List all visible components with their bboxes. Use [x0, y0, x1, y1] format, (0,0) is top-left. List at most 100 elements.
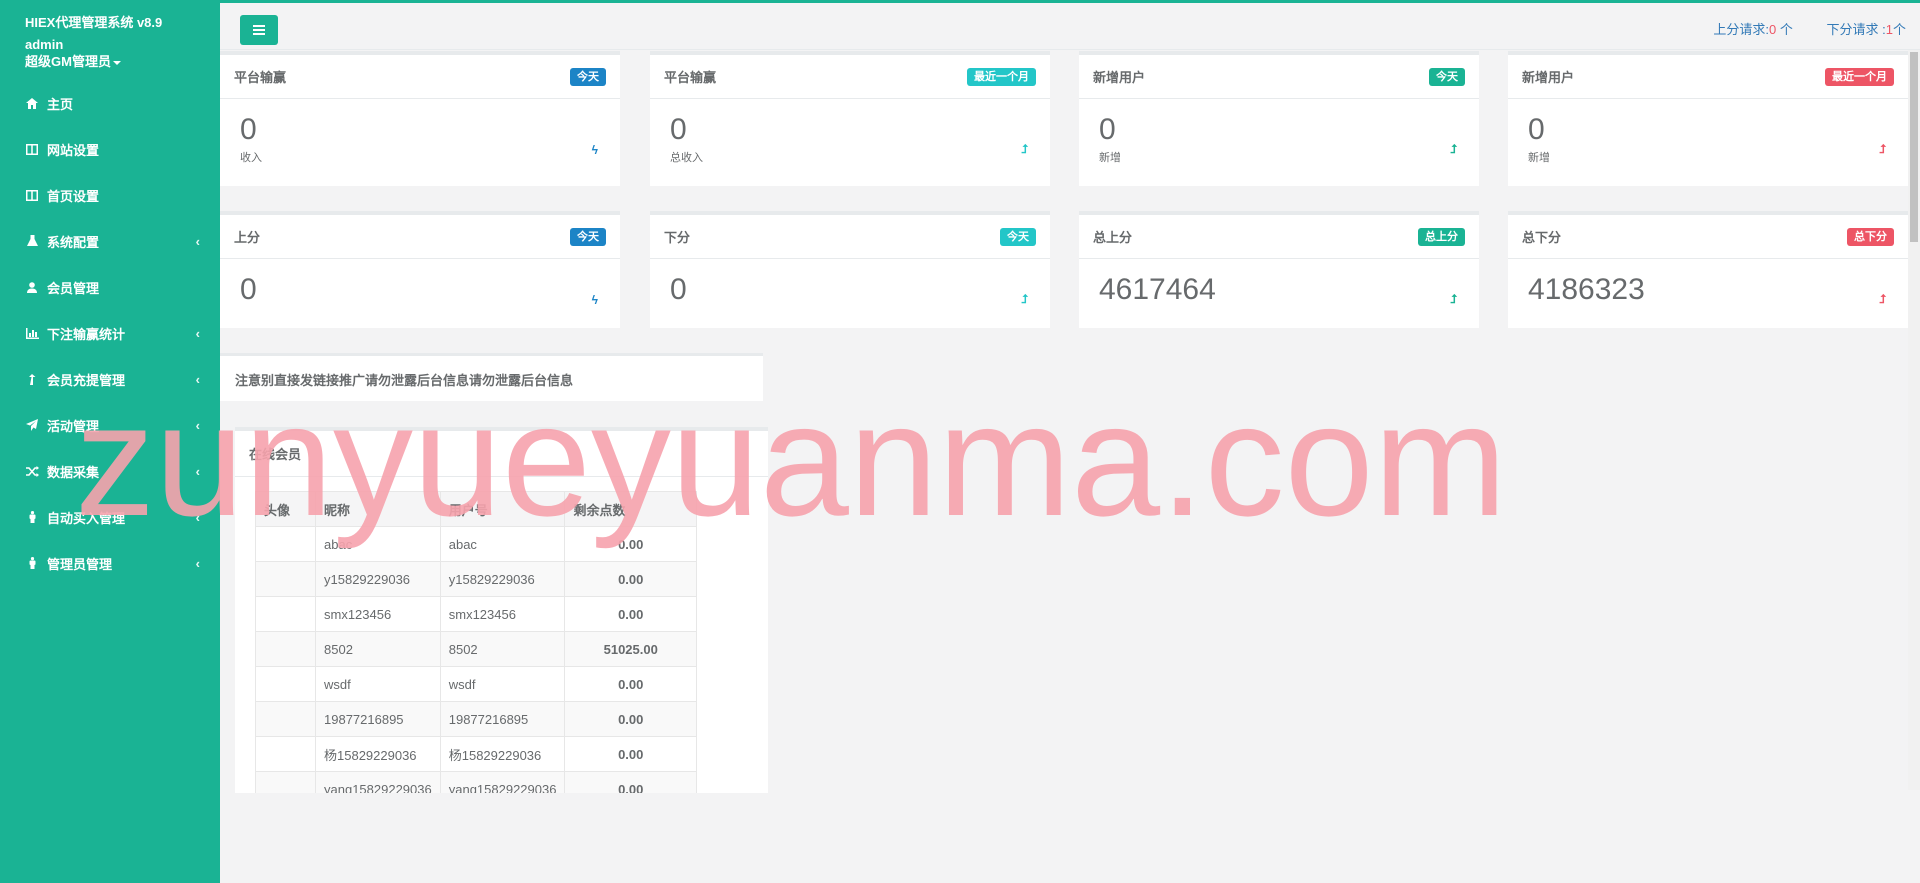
request-counters: 上分请求:0 个 下分请求 :1个: [1683, 19, 1906, 38]
card-title: 总上分: [1093, 230, 1133, 245]
avatar: [255, 596, 316, 632]
table-row[interactable]: wsdf wsdf 0.00: [255, 666, 697, 702]
userid-cell: 19877216895: [439, 701, 566, 737]
nickname-cell: 19877216895: [315, 701, 441, 737]
userid-cell: smx123456: [439, 596, 566, 632]
points-cell: 51025.00: [564, 631, 697, 667]
sidebar-item-home-settings[interactable]: 首页设置: [0, 172, 220, 218]
card-subtitle: 新增: [1528, 152, 1550, 164]
points-cell: 0.00: [564, 561, 697, 597]
userid-cell: abac: [439, 526, 566, 562]
sidebar-menu: 主页 网站设置 首页设置 系统配置 ‹ 会员管理 下注输赢统计 ‹ 会员充提管理…: [0, 80, 220, 586]
hamburger-icon: [253, 25, 265, 35]
card-value: 0: [1528, 113, 1545, 146]
chevron-left-icon: ‹: [195, 509, 200, 525]
home-icon: [25, 96, 39, 110]
up-request-unit: 个: [1776, 22, 1793, 37]
userid-cell: wsdf: [439, 666, 566, 702]
online-members-panel: 在线会员 头像 昵称 用户号 剩余点数 abac abac 0.00 y158292…: [235, 427, 768, 793]
sidebar-item-auto-buy[interactable]: 自动买入管理 ‹: [0, 494, 220, 540]
column-header[interactable]: 剩余点数: [564, 491, 697, 527]
page-scrollbar[interactable]: [1908, 50, 1920, 790]
online-members-table-wrap[interactable]: 头像 昵称 用户号 剩余点数 abac abac 0.00 y15829229036…: [255, 491, 697, 793]
top-navbar: 上分请求:0 个 下分请求 :1个: [220, 0, 1920, 50]
userid-cell: y15829229036: [439, 561, 566, 597]
sidebar-item-data-collect[interactable]: 数据采集 ‹: [0, 448, 220, 494]
points-cell: 0.00: [564, 771, 697, 793]
card-badge: 总上分: [1418, 227, 1465, 246]
sidebar-item-label: 自动买入管理: [47, 510, 126, 526]
down-request-label: 下分请求 :: [1826, 22, 1886, 37]
level-up-icon: ⮥: [1878, 142, 1886, 156]
bar-chart-icon: [25, 326, 39, 340]
sidebar-item-system-config[interactable]: 系统配置 ‹: [0, 218, 220, 264]
sidebar-item-deposit-withdraw[interactable]: 会员充提管理 ‹: [0, 356, 220, 402]
card-title: 新增用户: [1093, 70, 1146, 85]
table-row[interactable]: yang15829229036 yang15829229036 0.00: [255, 771, 697, 793]
stat-card-up-today: 上分 今天 0 ϟ: [220, 211, 620, 328]
table-row[interactable]: 8502 8502 51025.00: [255, 631, 697, 667]
nickname-cell: smx123456: [315, 596, 441, 632]
table-row[interactable]: smx123456 smx123456 0.00: [255, 596, 697, 632]
card-value: 0: [1099, 113, 1116, 146]
app-title: HIEX代理管理系统 v8.9: [25, 15, 163, 30]
level-up-icon: ⮥: [1449, 142, 1457, 156]
bolt-icon: ϟ: [591, 293, 598, 307]
card-value: 0: [670, 273, 687, 306]
chevron-left-icon: ‹: [195, 371, 200, 387]
sidebar: HIEX代理管理系统 v8.9 admin 超级GM管理员 主页 网站设置 首页…: [0, 0, 220, 883]
table-row[interactable]: abac abac 0.00: [255, 526, 697, 562]
role-label: 超级GM管理员: [25, 54, 111, 69]
stat-card-total-down: 总下分 总下分 4186323 ⮥: [1508, 211, 1908, 328]
level-up-icon: ⮥: [1878, 292, 1886, 306]
sidebar-item-label: 网站设置: [47, 142, 100, 158]
table-row[interactable]: y15829229036 y15829229036 0.00: [255, 561, 697, 597]
column-header[interactable]: 用户号: [439, 491, 566, 527]
sidebar-item-admins[interactable]: 管理员管理 ‹: [0, 540, 220, 586]
nickname-cell: 8502: [315, 631, 441, 667]
level-up-icon: ⮥: [1020, 292, 1028, 306]
male-icon: [25, 510, 39, 524]
card-badge: 总下分: [1847, 227, 1894, 246]
nickname-cell: y15829229036: [315, 561, 441, 597]
sidebar-item-members[interactable]: 会员管理: [0, 264, 220, 310]
down-request-unit: 个: [1892, 22, 1906, 37]
avatar: [255, 561, 316, 597]
user-icon: [25, 280, 39, 294]
notice-text: 注意别直接发链接推广请勿泄露后台信息请勿泄露后台信息: [235, 373, 574, 388]
nickname-cell: wsdf: [315, 666, 441, 702]
card-title: 平台输赢: [664, 70, 717, 85]
columns-icon: [25, 188, 39, 202]
sidebar-item-site-settings[interactable]: 网站设置: [0, 126, 220, 172]
role-dropdown[interactable]: 超级GM管理员: [25, 54, 220, 70]
card-title: 平台输赢: [234, 70, 287, 85]
scrollbar-thumb[interactable]: [1910, 52, 1918, 242]
table-row[interactable]: 19877216895 19877216895 0.00: [255, 701, 697, 737]
sidebar-item-label: 首页设置: [47, 188, 100, 204]
flask-icon: [25, 234, 39, 248]
down-request-link[interactable]: 下分请求 :1个: [1827, 22, 1906, 37]
column-header[interactable]: 昵称: [315, 491, 441, 527]
sidebar-item-activities[interactable]: 活动管理 ‹: [0, 402, 220, 448]
sidebar-item-bet-stats[interactable]: 下注输赢统计 ‹: [0, 310, 220, 356]
table-row[interactable]: 杨15829229036 杨15829229036 0.00: [255, 736, 697, 772]
stat-card-platform-month: 平台输赢 最近一个月 0 总收入 ⮥: [650, 51, 1050, 186]
notice-panel: 注意别直接发链接推广请勿泄露后台信息请勿泄露后台信息: [220, 353, 763, 401]
chevron-left-icon: ‹: [195, 233, 200, 249]
panel-title: 在线会员: [249, 447, 302, 462]
column-header[interactable]: 头像: [255, 491, 316, 527]
male-icon: [25, 556, 39, 570]
points-cell: 0.00: [564, 526, 697, 562]
stat-card-newusers-month: 新增用户 最近一个月 0 新增 ⮥: [1508, 51, 1908, 186]
sidebar-item-home[interactable]: 主页: [0, 80, 220, 126]
card-badge: 最近一个月: [1825, 67, 1894, 86]
columns-icon: [25, 142, 39, 156]
online-members-table: 头像 昵称 用户号 剩余点数 abac abac 0.00 y15829229036…: [255, 491, 697, 793]
paper-plane-icon: [25, 418, 39, 432]
level-up-icon: ⮥: [1020, 142, 1028, 156]
menu-toggle-button[interactable]: [240, 15, 278, 45]
up-request-link[interactable]: 上分请求:0 个: [1713, 22, 1792, 37]
stat-card-total-up: 总上分 总上分 4617464 ⮥: [1079, 211, 1479, 328]
avatar: [255, 631, 316, 667]
table-header-row: 头像 昵称 用户号 剩余点数: [255, 491, 697, 527]
